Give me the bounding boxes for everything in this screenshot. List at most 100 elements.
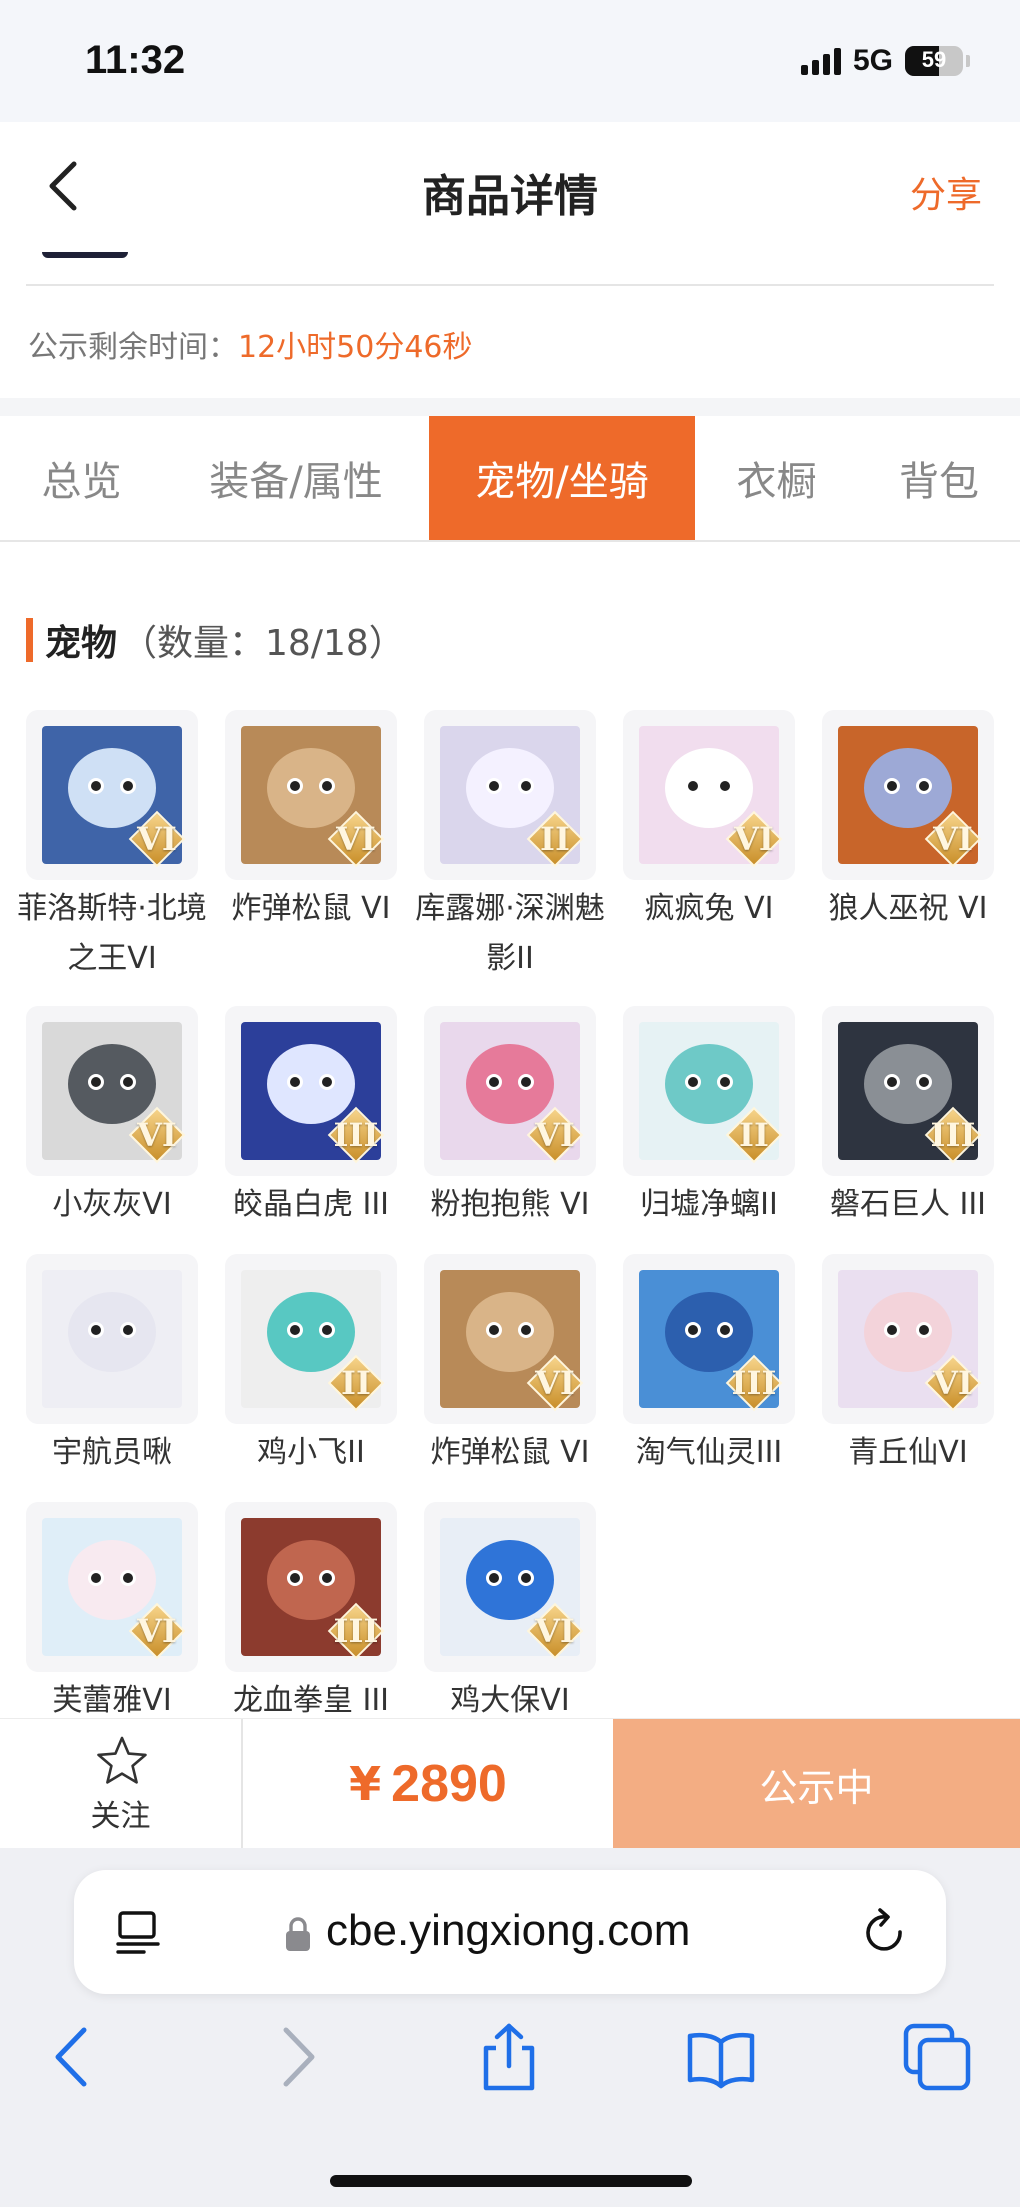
pet-name: 宇航员啾	[52, 1435, 172, 1470]
pet-name: 粉抱抱熊 VI	[430, 1187, 590, 1222]
pet-card: VI	[822, 1254, 994, 1424]
rank-numeral: VI	[535, 1116, 575, 1154]
pet-card: VI	[623, 710, 795, 880]
pet-card: III	[623, 1254, 795, 1424]
price-currency: ¥	[349, 1757, 382, 1811]
status-bar: 11:32 5G 59	[0, 0, 1020, 122]
pet-item[interactable]: VI 芙蕾雅VI	[26, 1502, 198, 1726]
share-button[interactable]: 分享	[910, 166, 982, 218]
tab-backpack[interactable]: 背包	[858, 416, 1020, 540]
pet-eye	[319, 1074, 335, 1090]
tab-overview[interactable]: 总览	[0, 416, 163, 540]
publicity-status-button[interactable]: 公示中	[613, 1719, 1020, 1849]
bookmarks-icon[interactable]	[686, 2022, 756, 2092]
pet-item[interactable]: III 龙血拳皇 III	[225, 1502, 397, 1726]
pet-eye	[518, 778, 534, 794]
pet-item[interactable]: VI 小灰灰VI	[26, 1006, 198, 1230]
pet-eye	[319, 1570, 335, 1586]
pet-eye	[287, 1074, 303, 1090]
share-icon[interactable]	[474, 2022, 544, 2092]
browser-forward-icon[interactable]	[260, 2022, 330, 2092]
url-text: cbe.yingxiong.com	[326, 1906, 691, 1955]
pet-eye	[916, 778, 932, 794]
pet-item[interactable]: VI 狼人巫祝 VI	[822, 710, 994, 934]
status-time: 11:32	[85, 38, 186, 82]
pet-item[interactable]: III 磐石巨人 III	[822, 1006, 994, 1230]
network-type: 5G	[852, 44, 893, 77]
pet-eye	[884, 1074, 900, 1090]
rank-numeral: VI	[137, 1612, 177, 1650]
tabs-icon[interactable]	[902, 2022, 972, 2092]
pet-item[interactable]: 宇航员啾	[26, 1254, 198, 1478]
pet-eye	[518, 1322, 534, 1338]
rank-numeral: VI	[535, 1612, 575, 1650]
pet-item[interactable]: VI 炸弹松鼠 VI	[424, 1254, 596, 1478]
tab-equipment[interactable]: 装备/属性	[163, 416, 429, 540]
pet-card: III	[822, 1006, 994, 1176]
pet-eye	[486, 778, 502, 794]
pet-eye	[287, 1570, 303, 1586]
pet-eye	[88, 1570, 104, 1586]
rank-numeral: VI	[535, 1364, 575, 1402]
tab-pets-mounts[interactable]: 宠物/坐骑	[429, 416, 695, 540]
browser-chrome: cbe.yingxiong.com	[0, 1848, 1020, 2207]
pet-item[interactable]: VI 粉抱抱熊 VI	[424, 1006, 596, 1230]
pet-eye	[685, 1074, 701, 1090]
rank-badge: III	[327, 1602, 385, 1660]
pet-eye	[120, 778, 136, 794]
address-bar[interactable]: cbe.yingxiong.com	[74, 1870, 946, 1994]
countdown-label: 公示剩余时间：	[28, 330, 238, 365]
pet-item[interactable]: II 归墟净螭II	[623, 1006, 795, 1230]
follow-button[interactable]: 关注	[0, 1719, 243, 1849]
section-accent-bar	[26, 618, 33, 662]
pet-card: VI	[822, 710, 994, 880]
browser-back-icon[interactable]	[40, 2022, 110, 2092]
rank-badge: VI	[128, 810, 186, 868]
pet-item[interactable]: VI 鸡大保VI	[424, 1502, 596, 1726]
pet-item[interactable]: III 淘气仙灵III	[623, 1254, 795, 1478]
pet-name: 小灰灰VI	[52, 1187, 172, 1222]
pet-eye	[120, 1074, 136, 1090]
pet-card: VI	[424, 1254, 596, 1424]
rank-numeral: II	[341, 1364, 371, 1402]
rank-badge: III	[725, 1354, 783, 1412]
rank-numeral: III	[930, 1116, 976, 1154]
rank-badge: VI	[725, 810, 783, 868]
pet-eye	[884, 1322, 900, 1338]
rank-badge: III	[327, 1106, 385, 1164]
pet-eye	[717, 778, 733, 794]
pets-section-header: 宠物 （数量：18/18）	[26, 614, 405, 666]
pet-item[interactable]: VI 炸弹松鼠 VI	[225, 710, 397, 934]
section-title: 宠物	[45, 623, 118, 664]
pet-item[interactable]: II 库露娜·深渊魅影II	[415, 710, 605, 984]
rank-numeral: III	[333, 1116, 379, 1154]
battery-icon: 59	[905, 46, 963, 76]
tab-wardrobe[interactable]: 衣橱	[695, 416, 858, 540]
section-count: （数量：18/18）	[121, 623, 405, 664]
pet-item[interactable]: II 鸡小飞II	[225, 1254, 397, 1478]
battery-percent: 59	[921, 47, 947, 72]
page-menu-icon[interactable]	[114, 1910, 162, 1956]
section-gap	[0, 398, 1020, 416]
home-indicator	[330, 2175, 692, 2187]
action-bar: 关注 ¥ 2890 公示中	[0, 1718, 1020, 1849]
lock-icon	[286, 1917, 310, 1951]
pet-item[interactable]: VI 菲洛斯特·北境之王VI	[17, 710, 207, 984]
rank-numeral: VI	[933, 820, 973, 858]
pet-item[interactable]: III 皎晶白虎 III	[225, 1006, 397, 1230]
pet-item[interactable]: VI 青丘仙VI	[822, 1254, 994, 1478]
pet-eye	[486, 1074, 502, 1090]
rank-badge: VI	[526, 1354, 584, 1412]
pet-eye	[88, 1322, 104, 1338]
reload-icon[interactable]	[860, 1908, 910, 1958]
follow-label: 关注	[90, 1799, 151, 1834]
signal-icon	[800, 47, 841, 75]
pet-eye	[120, 1322, 136, 1338]
rank-numeral: VI	[734, 820, 774, 858]
pet-name: 鸡小飞II	[257, 1435, 365, 1470]
pet-card: II	[225, 1254, 397, 1424]
pet-item[interactable]: VI 疯疯兔 VI	[623, 710, 795, 934]
rank-badge: VI	[924, 810, 982, 868]
rank-badge: VI	[327, 810, 385, 868]
rank-badge: II	[327, 1354, 385, 1412]
